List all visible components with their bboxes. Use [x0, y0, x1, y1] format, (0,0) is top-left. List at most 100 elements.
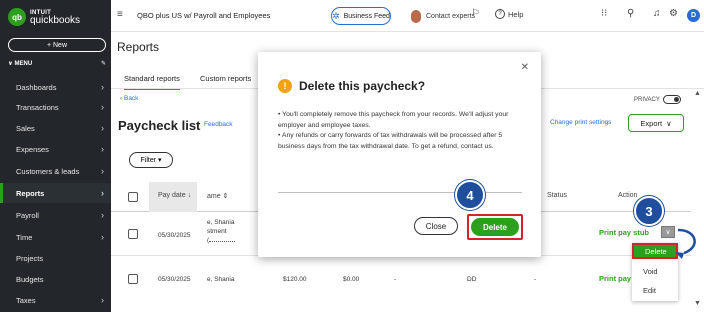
column-status: Status — [547, 192, 567, 199]
print-pay-stub-link[interactable]: Print pay stub — [599, 228, 649, 237]
back-link[interactable]: ‹ Back — [120, 95, 138, 102]
help-button[interactable]: ? Help — [495, 9, 523, 19]
sidebar-item-label: Budgets — [16, 274, 44, 284]
step-3-badge: 3 — [634, 196, 664, 226]
contact-experts-label: Contact experts — [426, 12, 476, 20]
business-feed-button[interactable]: ✲ Business Feed — [331, 7, 391, 25]
delete-paycheck-dialog: ✕ ! Delete this paycheck? • You'll compl… — [258, 52, 541, 257]
apps-grid-icon[interactable]: ⁝⁝ — [601, 8, 607, 19]
chevron-right-icon: › — [101, 82, 104, 92]
chevron-right-icon: › — [101, 210, 104, 220]
sidebar-item-label: Taxes — [16, 295, 36, 305]
company-name: QBO plus US w/ Payroll and Employees — [137, 11, 271, 20]
top-bar: ≡ QBO plus US w/ Payroll and Employees ✲… — [111, 0, 704, 32]
settings-gear-icon[interactable]: ⚙ — [669, 8, 678, 19]
sidebar-item-budgets[interactable]: Budgets — [0, 269, 111, 289]
row-checkbox[interactable] — [128, 229, 138, 239]
row-name-line3: ( — [207, 237, 236, 244]
page-title: Reports — [117, 40, 160, 54]
menu-item-edit[interactable]: Edit — [632, 282, 678, 298]
quickbooks-logo[interactable]: qb INTUIT quickbooks — [8, 6, 80, 28]
close-button[interactable]: Close — [414, 217, 458, 235]
scroll-down-arrow-icon[interactable]: ▼ — [694, 300, 701, 307]
filter-button[interactable]: Filter ▾ — [129, 152, 173, 168]
row-name[interactable]: e, Shania — [207, 276, 234, 283]
row-pay-method: DD — [467, 276, 477, 283]
change-print-settings-link[interactable]: Change print settings — [550, 119, 611, 126]
delete-button-highlight: Delete — [467, 214, 523, 240]
chevron-right-icon: › — [101, 232, 104, 242]
column-action: Action — [618, 192, 638, 199]
export-label: Export — [640, 118, 663, 128]
tab-custom-reports[interactable]: Custom reports — [200, 74, 251, 83]
sidebar-item-expenses[interactable]: Expenses › — [0, 139, 111, 159]
toggle-switch[interactable] — [662, 95, 681, 104]
sidebar-item-label: Reports — [16, 188, 45, 198]
expert-avatar — [411, 9, 421, 23]
step-4-badge: 4 — [455, 180, 485, 210]
delete-confirm-button[interactable]: Delete — [471, 218, 519, 236]
privacy-label: PRIVACY — [634, 96, 660, 103]
sidebar-item-payroll[interactable]: Payroll › — [0, 205, 111, 225]
privacy-toggle[interactable]: PRIVACY — [634, 95, 681, 104]
menu-header: ∨ MENU ✎ — [8, 60, 106, 67]
new-button[interactable]: + New — [8, 38, 106, 52]
row-gross-pay: $120.00 — [283, 276, 307, 283]
logo-quickbooks-text: quickbooks — [30, 15, 81, 26]
announcement-icon[interactable]: ⚐ — [471, 8, 480, 19]
close-icon[interactable]: ✕ — [521, 62, 529, 73]
sidebar-item-time[interactable]: Time › — [0, 227, 111, 247]
sidebar-item-customers-leads[interactable]: Customers & leads › — [0, 161, 111, 181]
pay-date-label: Pay date — [158, 192, 186, 199]
sort-down-icon: ↓ — [187, 192, 192, 199]
chevron-down-icon: ∨ — [666, 118, 672, 128]
sidebar-item-sales[interactable]: Sales › — [0, 118, 111, 138]
sidebar-item-label: Projects — [16, 253, 44, 263]
sort-icon: ⇕ — [222, 193, 229, 200]
dialog-bullet-text: Any refunds or carry forwards of tax wit… — [278, 132, 503, 150]
collapse-chevron-icon[interactable]: ∨ — [8, 61, 13, 67]
row-name[interactable]: e, Shania — [207, 219, 234, 226]
sidebar-item-label: Payroll — [16, 210, 39, 220]
sidebar-item-label: Dashboards — [16, 82, 57, 92]
user-avatar[interactable]: D — [687, 9, 700, 22]
menu-label: MENU — [14, 61, 33, 67]
row-name-line2: stment — [207, 228, 227, 235]
chevron-right-icon: › — [101, 144, 104, 154]
row-status: - — [534, 276, 537, 283]
pin-icon[interactable]: ✎ — [101, 60, 106, 67]
select-all-checkbox[interactable] — [128, 192, 138, 202]
hamburger-menu-icon[interactable]: ≡ — [117, 9, 123, 20]
column-name[interactable]: ame ⇕ — [207, 192, 228, 200]
warning-icon: ! — [278, 79, 292, 93]
sidebar-item-label: Customers & leads — [16, 166, 80, 176]
dialog-bullet: • Any refunds or carry forwards of tax w… — [278, 132, 503, 150]
feedback-link[interactable]: Feedback — [204, 121, 233, 128]
sidebar-item-label: Sales — [16, 123, 35, 133]
row-memo: - — [394, 276, 397, 283]
contact-experts-button[interactable]: Contact experts — [411, 7, 475, 25]
dialog-bullet: • You'll completely remove this paycheck… — [278, 111, 509, 129]
business-feed-label: Business Feed — [343, 12, 390, 20]
scroll-up-arrow-icon[interactable]: ▲ — [694, 90, 701, 97]
sidebar-item-taxes[interactable]: Taxes › — [0, 290, 111, 310]
sidebar-item-projects[interactable]: Projects — [0, 248, 111, 268]
row-checkbox[interactable] — [128, 274, 138, 284]
sidebar-item-reports[interactable]: Reports › — [0, 183, 111, 203]
export-button[interactable]: Export ∨ — [628, 114, 684, 132]
search-icon[interactable]: ⚲ — [627, 8, 634, 19]
sidebar-item-dashboards[interactable]: Dashboards › — [0, 77, 111, 97]
print-pay-stub-link[interactable]: Print pay — [599, 274, 631, 283]
menu-item-void[interactable]: Void — [632, 263, 678, 279]
chevron-right-icon: › — [101, 166, 104, 176]
column-pay-date[interactable]: Pay date ↓ — [158, 192, 191, 199]
dialog-body: • You'll completely remove this paycheck… — [278, 110, 528, 152]
sidebar-item-label: Time — [16, 232, 33, 242]
sidebar-item-transactions[interactable]: Transactions › — [0, 97, 111, 117]
row-net-pay: $0.00 — [343, 276, 360, 283]
chevron-right-icon: › — [101, 295, 104, 305]
report-title: Paycheck list — [118, 118, 201, 133]
dialog-bullet-text: You'll completely remove this paycheck f… — [278, 111, 509, 129]
help-label: Help — [508, 9, 524, 19]
notifications-bell-icon[interactable]: ♫ — [653, 8, 661, 19]
